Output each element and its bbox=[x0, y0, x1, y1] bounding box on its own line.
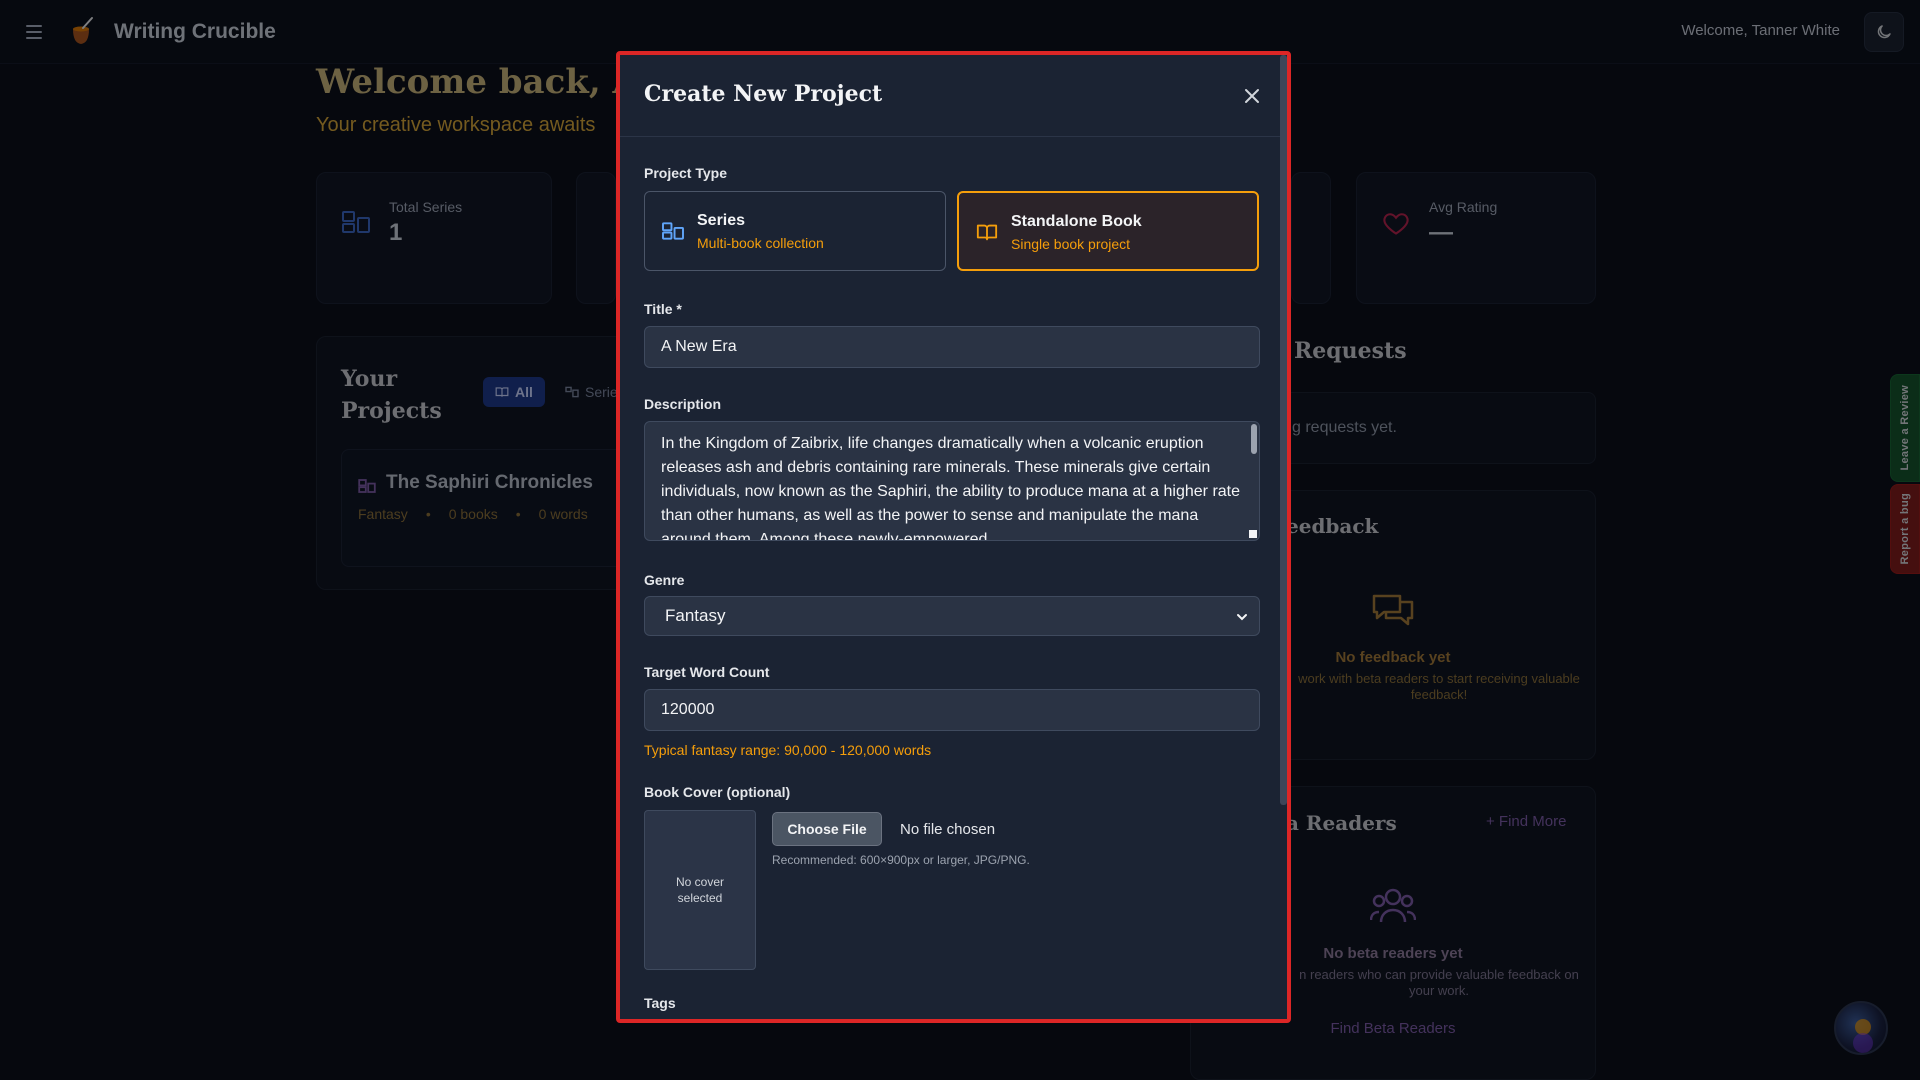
modal-scrollbar[interactable] bbox=[1280, 55, 1287, 805]
textarea-scrollbar[interactable] bbox=[1251, 424, 1257, 454]
textarea-resize-handle[interactable] bbox=[1249, 530, 1257, 538]
cover-preview: No cover selected bbox=[644, 810, 756, 970]
create-project-modal: Create New Project Project Type Series M… bbox=[616, 51, 1291, 1023]
modal-title: Create New Project bbox=[644, 81, 883, 107]
book-open-icon bbox=[976, 224, 998, 241]
type-subtitle: Multi-book collection bbox=[697, 235, 824, 251]
description-text: In the Kingdom of Zaibrix, life changes … bbox=[661, 435, 1241, 541]
tags-label: Tags bbox=[644, 995, 676, 1011]
series-icon bbox=[662, 222, 684, 240]
close-icon bbox=[1245, 89, 1259, 103]
description-label: Description bbox=[644, 396, 722, 412]
close-button[interactable] bbox=[1238, 82, 1266, 110]
genre-select[interactable]: Fantasy bbox=[644, 596, 1260, 636]
genre-value: Fantasy bbox=[665, 606, 726, 625]
modal-header: Create New Project bbox=[620, 55, 1287, 137]
file-status-text: No file chosen bbox=[900, 821, 996, 838]
type-option-standalone[interactable]: Standalone Book Single book project bbox=[957, 191, 1259, 271]
type-subtitle: Single book project bbox=[1011, 236, 1131, 252]
cover-label: Book Cover (optional) bbox=[644, 784, 791, 800]
choose-file-button[interactable]: Choose File bbox=[772, 812, 882, 846]
chevron-down-icon bbox=[1237, 614, 1247, 621]
title-label: Title * bbox=[644, 301, 682, 317]
type-title: Series bbox=[697, 212, 746, 229]
type-title: Standalone Book bbox=[1011, 213, 1142, 230]
word-count-label: Target Word Count bbox=[644, 664, 770, 680]
title-input[interactable]: A New Era bbox=[644, 326, 1260, 368]
word-count-input[interactable]: 120000 bbox=[644, 689, 1260, 731]
project-type-label: Project Type bbox=[644, 165, 727, 181]
file-recommendation-text: Recommended: 600×900px or larger, JPG/PN… bbox=[772, 853, 1030, 867]
description-textarea[interactable]: In the Kingdom of Zaibrix, life changes … bbox=[644, 421, 1260, 541]
cover-placeholder-text: No cover selected bbox=[675, 875, 725, 905]
type-option-series[interactable]: Series Multi-book collection bbox=[644, 191, 946, 271]
word-count-hint: Typical fantasy range: 90,000 - 120,000 … bbox=[644, 742, 932, 758]
genre-label: Genre bbox=[644, 572, 685, 588]
